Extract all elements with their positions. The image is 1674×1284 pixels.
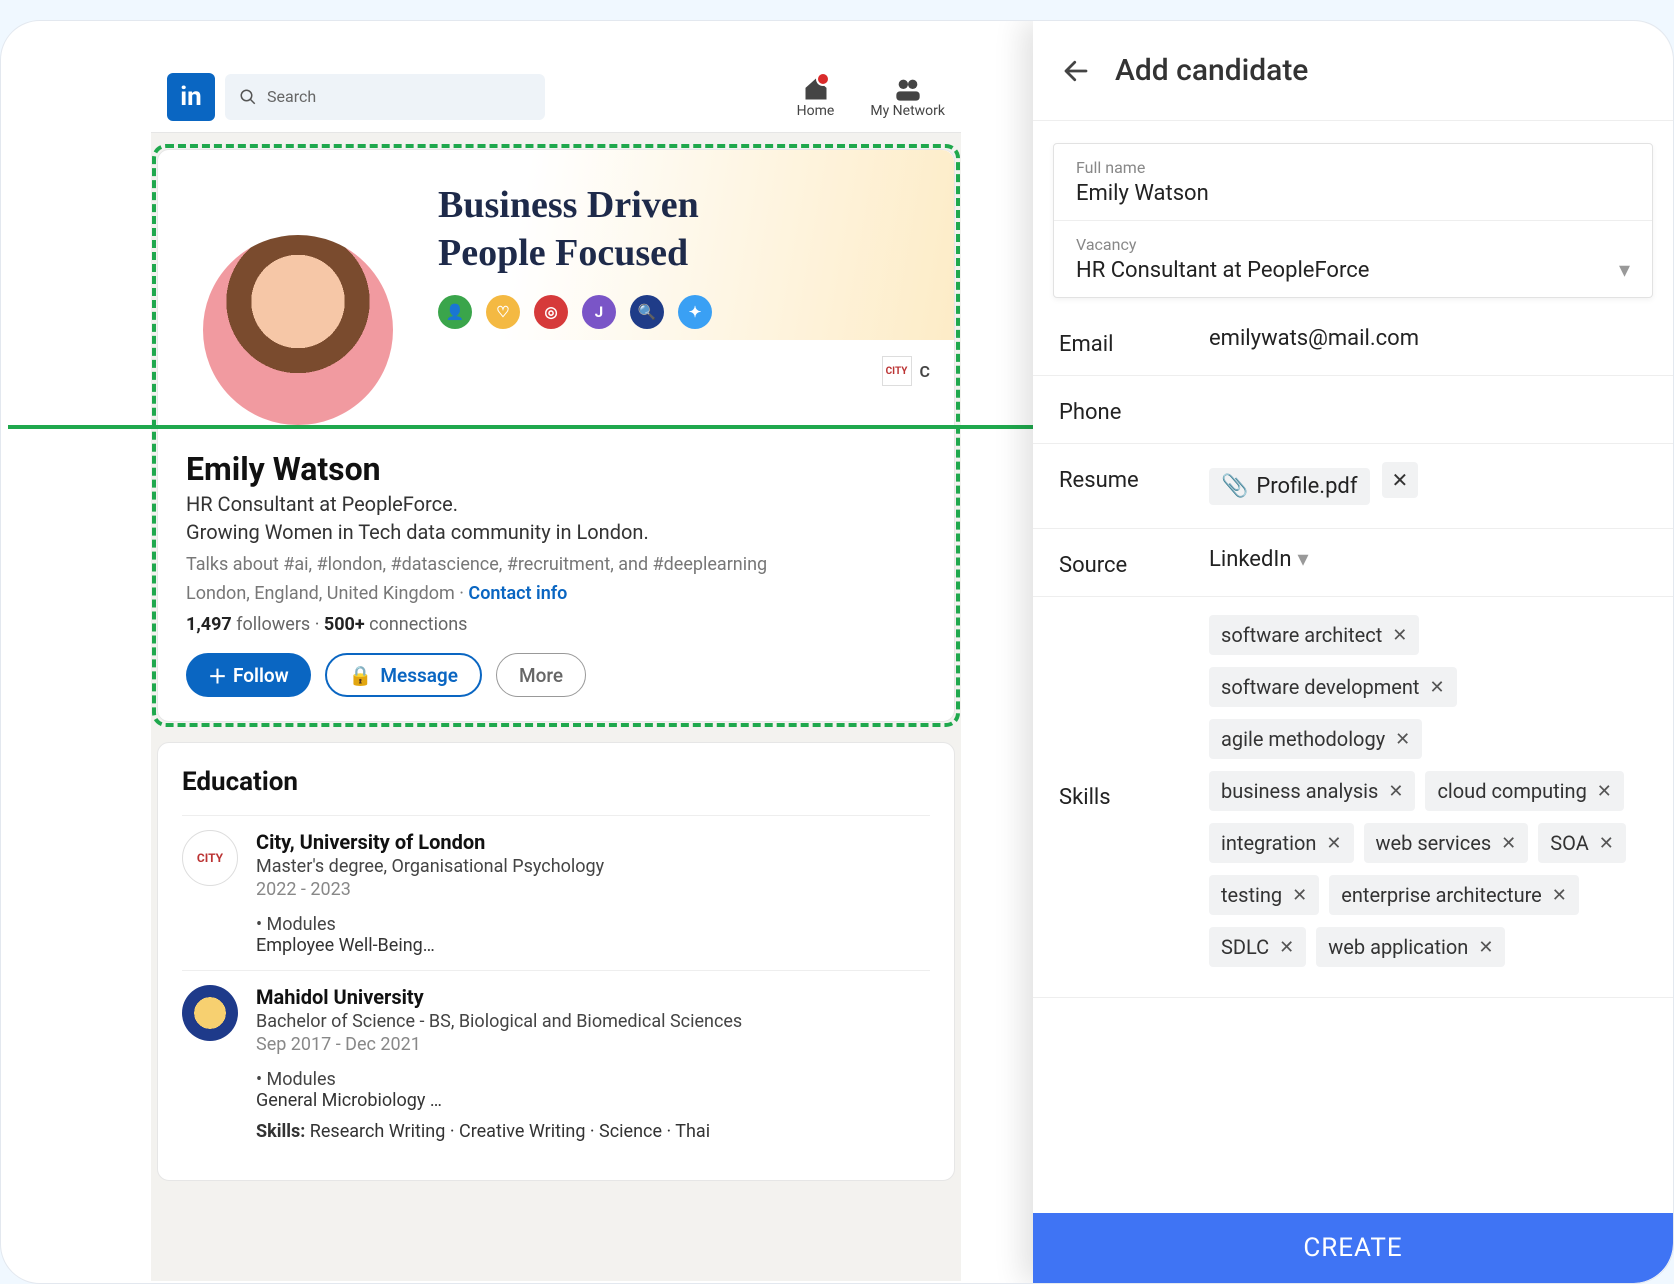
email-row[interactable]: Email emilywats@mail.com [1033,308,1673,376]
notification-dot [816,72,830,86]
edu-dates: 2022 - 2023 [256,879,604,900]
linkedin-view: in Search Home My Network [151,61,961,1281]
modules-text: General Microbiology … [256,1090,742,1111]
badge-purple: J [582,295,616,329]
remove-resume-button[interactable]: ✕ [1382,462,1419,498]
source-row[interactable]: Source LinkedIn ▾ [1033,529,1673,597]
badge-yellow: ♡ [486,295,520,329]
back-button[interactable] [1061,56,1091,86]
degree: Bachelor of Science - BS, Biological and… [256,1011,742,1032]
school-name[interactable]: Mahidol University [256,985,742,1009]
modules-label: • Modules [256,914,604,935]
school-name[interactable]: City, University of London [256,830,604,854]
profile-stats: 1,497 followers · 500+ connections [186,614,926,635]
profile-title: HR Consultant at PeopleForce. [186,492,926,516]
contact-info-link[interactable]: Contact info [468,583,567,604]
remove-skill-icon[interactable]: ✕ [1279,937,1294,958]
add-candidate-panel: Add candidate Full name Emily Watson Vac… [1033,21,1673,1283]
top-nav: in Search Home My Network [151,61,961,133]
full-name-field[interactable]: Full name Emily Watson [1054,144,1652,221]
chevron-down-icon: ▾ [1619,258,1630,283]
remove-skill-icon[interactable]: ✕ [1552,885,1567,906]
profile-avatar[interactable] [198,230,398,430]
vacancy-field[interactable]: Vacancy HR Consultant at PeopleForce ▾ [1054,221,1652,297]
edu-dates: Sep 2017 - Dec 2021 [256,1034,742,1055]
org-mark[interactable]: CITY C [882,356,930,386]
follow-button[interactable]: ＋Follow [186,653,311,697]
skill-chip[interactable]: business analysis✕ [1209,771,1415,811]
profile-name: Emily Watson [186,450,926,488]
profile-card: Business Driven People Focused 👤 ♡ ◎ J 🔍… [157,149,955,722]
phone-row[interactable]: Phone [1033,376,1673,444]
skill-chip[interactable]: integration✕ [1209,823,1354,863]
skill-chip[interactable]: cloud computing✕ [1425,771,1623,811]
org-icon: CITY [882,356,912,386]
modules-label: • Modules [256,1069,742,1090]
cover-line1: Business Driven [438,182,954,230]
badge-navy: 🔍 [630,295,664,329]
message-button[interactable]: 🔒Message [325,653,482,697]
search-icon [239,88,257,106]
skills-line: Skills: Research Writing · Creative Writ… [256,1121,742,1142]
skill-chip[interactable]: agile methodology✕ [1209,719,1422,759]
plus-icon: ＋ [208,662,227,689]
remove-skill-icon[interactable]: ✕ [1392,625,1407,646]
skill-chip[interactable]: web services✕ [1364,823,1529,863]
panel-header: Add candidate [1033,21,1673,121]
badge-blue: ✦ [678,295,712,329]
badge-row: 👤 ♡ ◎ J 🔍 ✦ [438,295,954,329]
skill-chip[interactable]: software architect✕ [1209,615,1419,655]
remove-skill-icon[interactable]: ✕ [1478,937,1493,958]
remove-skill-icon[interactable]: ✕ [1388,781,1403,802]
modules-text: Employee Well-Being… [256,935,604,956]
linkedin-logo[interactable]: in [167,73,215,121]
badge-red: ◎ [534,295,568,329]
education-item: Mahidol University Bachelor of Science -… [182,970,930,1156]
remove-skill-icon[interactable]: ✕ [1395,729,1410,750]
skill-chip[interactable]: software development✕ [1209,667,1457,707]
app-frame: in Search Home My Network [0,20,1674,1284]
school-logo: CITY [182,830,238,886]
profile-subtitle: Growing Women in Tech data community in … [186,520,926,544]
remove-skill-icon[interactable]: ✕ [1597,781,1612,802]
create-button[interactable]: CREATE [1033,1213,1673,1283]
school-logo [182,985,238,1041]
nav-network[interactable]: My Network [870,75,945,119]
resume-row: Resume 📎 Profile.pdf ✕ [1033,444,1673,529]
skills-row: Skills software architect✕software devel… [1033,597,1673,998]
remove-skill-icon[interactable]: ✕ [1599,833,1614,854]
panel-title: Add candidate [1115,53,1308,88]
remove-skill-icon[interactable]: ✕ [1501,833,1516,854]
email-value: emilywats@mail.com [1209,326,1647,351]
nav-home[interactable]: Home [797,75,835,119]
remove-skill-icon[interactable]: ✕ [1429,677,1444,698]
skill-chip[interactable]: testing✕ [1209,875,1319,915]
profile-location: London, England, United Kingdom · Contac… [186,583,926,604]
skill-chip[interactable]: enterprise architecture✕ [1329,875,1579,915]
chevron-down-icon: ▾ [1298,547,1309,572]
arrow-left-icon [1061,56,1091,86]
resume-file-chip[interactable]: 📎 Profile.pdf [1209,468,1370,505]
primary-fields: Full name Emily Watson Vacancy HR Consul… [1053,143,1653,298]
skills-container: software architect✕ software development✕… [1209,615,1647,979]
remove-skill-icon[interactable]: ✕ [1326,833,1341,854]
profile-talks: Talks about #ai, #london, #datascience, … [186,554,926,575]
network-icon [894,75,922,103]
degree: Master's degree, Organisational Psycholo… [256,856,604,877]
skill-chip[interactable]: SDLC✕ [1209,927,1306,967]
search-input[interactable]: Search [225,74,545,120]
education-card: Education CITY City, University of Londo… [157,742,955,1181]
education-item: CITY City, University of London Master's… [182,815,930,970]
lock-icon: 🔒 [349,664,373,687]
remove-skill-icon[interactable]: ✕ [1292,885,1307,906]
badge-green: 👤 [438,295,472,329]
cover-line2: People Focused [438,230,954,278]
education-heading: Education [182,767,930,797]
skill-chip[interactable]: SOA✕ [1538,823,1626,863]
attachment-icon: 📎 [1221,474,1248,499]
skill-chip[interactable]: web application✕ [1316,927,1505,967]
search-placeholder: Search [267,87,316,106]
more-button[interactable]: More [496,653,586,697]
